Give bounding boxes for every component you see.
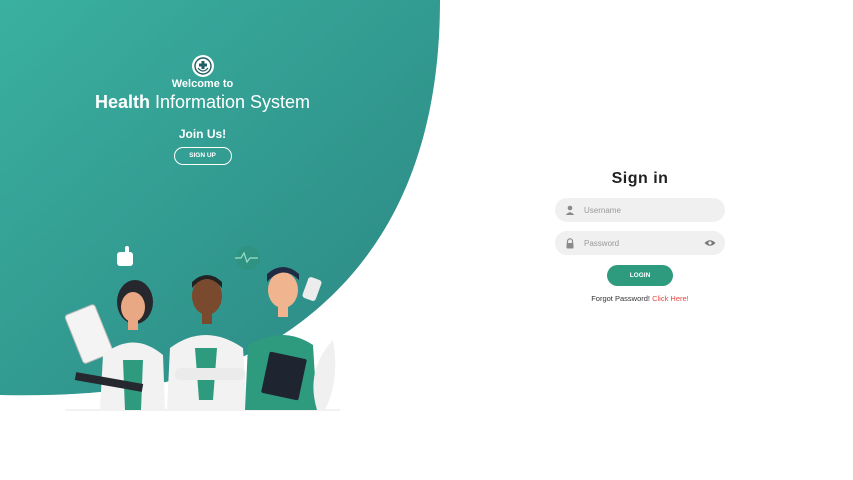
password-input[interactable] xyxy=(582,237,704,249)
signin-title: Sign in xyxy=(611,170,669,187)
user-icon xyxy=(564,204,576,216)
thumbs-up-icon xyxy=(117,246,133,266)
signup-button[interactable]: SIGN UP xyxy=(173,147,232,165)
login-button[interactable]: LOGIN xyxy=(607,265,673,286)
forgot-password: Forgot Password! Click Here! xyxy=(591,294,689,303)
eye-icon[interactable] xyxy=(704,237,716,249)
heartbeat-icon xyxy=(235,246,260,270)
username-field[interactable] xyxy=(555,198,725,222)
doctors-illustration xyxy=(64,246,340,411)
password-field[interactable] xyxy=(555,231,725,255)
hero-welcome: Welcome to Health Information System Joi… xyxy=(60,55,345,165)
click-here-link[interactable]: Click Here! xyxy=(652,294,689,303)
doctor-male-center xyxy=(167,275,247,410)
medical-cross-icon xyxy=(191,55,214,77)
join-text: Join Us! xyxy=(178,127,227,141)
username-input[interactable] xyxy=(582,204,725,216)
app-title: Health Information System xyxy=(94,92,311,112)
signin-form: Sign in LOGIN Forgot Password! Click Her… xyxy=(555,170,725,303)
lock-icon xyxy=(564,237,576,249)
welcome-text: Welcome to xyxy=(171,78,234,90)
